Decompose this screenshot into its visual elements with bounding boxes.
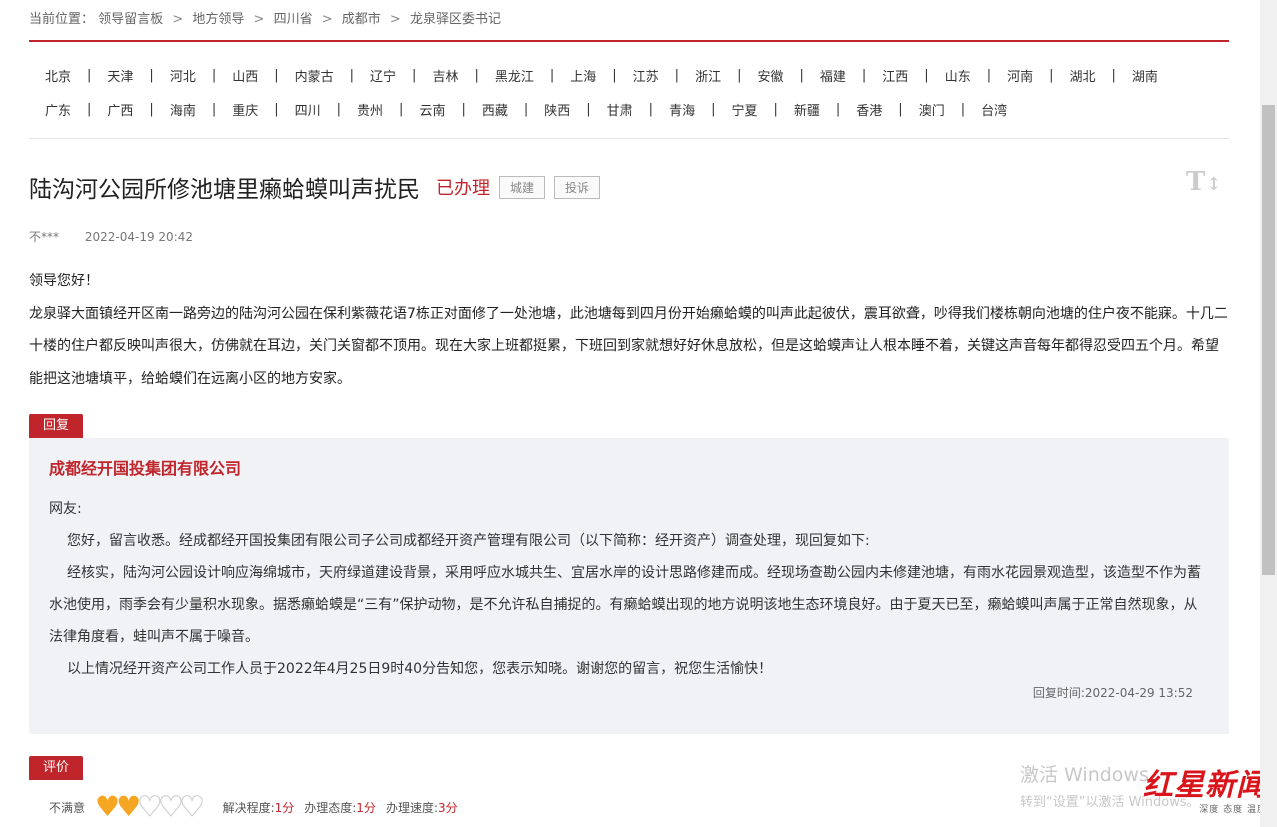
reply-time-value: 2022-04-29 13:52 — [1084, 686, 1193, 700]
logo-text: 红星新闻 — [1143, 768, 1267, 803]
region-row: 广东 | 广西 | 海南 | 重庆 | 四川 | 贵州 | 云南 | 西藏 | 陕西 | 甘肃 | 青海 | 宁夏 | 新疆 | 香… — [29, 92, 1229, 126]
region-link[interactable]: 台湾 — [965, 100, 1023, 119]
metric-value: 1分 — [274, 800, 295, 815]
post-header: 陆沟河公园所修池塘里癞蛤蟆叫声扰民 已办理 城建 投诉 — [29, 170, 601, 204]
region-link[interactable]: 山东 — [929, 66, 987, 85]
region-link[interactable]: 湖北 — [1054, 66, 1112, 85]
region-link[interactable]: 陕西 — [528, 100, 586, 119]
region-link[interactable]: 浙江 — [679, 66, 737, 85]
region-link[interactable]: 宁夏 — [715, 100, 773, 119]
reply-paragraph: 以上情况经开资产公司工作人员于2022年4月25日9时40分告知您，您表示知晓。… — [67, 661, 773, 677]
breadcrumb-link[interactable]: 地方领导 — [192, 12, 244, 27]
region-link[interactable]: 内蒙古 — [279, 66, 350, 85]
region-link[interactable]: 新疆 — [778, 100, 836, 119]
header-divider — [29, 40, 1229, 42]
reply-paragraph: 您好，留言收悉。经成都经开国投集团有限公司子公司成都经开资产管理有限公司（以下简… — [67, 533, 870, 549]
region-link[interactable]: 福建 — [804, 66, 862, 85]
reply-body: 网友: 您好，留言收悉。经成都经开国投集团有限公司子公司成都经开资产管理有限公司… — [49, 493, 1209, 685]
region-link[interactable]: 江苏 — [617, 66, 675, 85]
region-link[interactable]: 北京 — [29, 66, 87, 85]
message-body: 领导您好！ 龙泉驿大面镇经开区南一路旁边的陆沟河公园在保利紫薇花语7栋正对面修了… — [29, 265, 1229, 395]
reply-tab: 回复 — [29, 414, 84, 438]
region-link[interactable]: 江西 — [866, 66, 924, 85]
region-link[interactable]: 贵州 — [341, 100, 399, 119]
news-logo: 红星新闻 深度 态度 温度 — [1143, 760, 1267, 815]
region-row: 北京 | 天津 | 河北 | 山西 | 内蒙古 | 辽宁 | 吉林 | 黑龙江 | 上海 | 江苏 | 浙江 | 安徽 | 福建… — [29, 58, 1229, 92]
reply-time: 回复时间:2022-04-29 13:52 — [1033, 684, 1193, 701]
page-title: 陆沟河公园所修池塘里癞蛤蟆叫声扰民 — [29, 177, 420, 203]
region-link[interactable]: 澳门 — [903, 100, 961, 119]
metric-speed: 办理速度:3分 — [386, 799, 458, 816]
region-link[interactable]: 香港 — [840, 100, 898, 119]
breadcrumb: 当前位置： 领导留言板 > 地方领导 > 四川省 > 成都市 > 龙泉驿区委书记 — [29, 8, 501, 27]
region-link[interactable]: 黑龙江 — [479, 66, 550, 85]
breadcrumb-separator: > — [321, 12, 333, 27]
region-nav: 北京 | 天津 | 河北 | 山西 | 内蒙古 | 辽宁 | 吉林 | 黑龙江 | 上海 | 江苏 | 浙江 | 安徽 | 福建… — [29, 58, 1229, 126]
category-tag[interactable]: 城建 — [499, 175, 546, 199]
metric-value: 1分 — [356, 800, 376, 815]
evaluation-row: 不满意 ♥ ♥ ♥ ♥ ♥ 解决程度:1分 办理态度:1分 办理速度:3分 — [29, 790, 458, 823]
region-link[interactable]: 上海 — [554, 66, 612, 85]
region-link[interactable]: 天津 — [91, 66, 149, 85]
breadcrumb-separator: > — [253, 12, 265, 27]
reply-time-label: 回复时间: — [1032, 686, 1085, 700]
region-link[interactable]: 安徽 — [741, 66, 799, 85]
region-link[interactable]: 海南 — [154, 100, 212, 119]
type-tag[interactable]: 投诉 — [554, 175, 601, 199]
region-link[interactable]: 西藏 — [466, 100, 524, 119]
font-toggle-arrow: ↕ — [1206, 174, 1222, 195]
region-link[interactable]: 山西 — [216, 66, 274, 85]
breadcrumb-link[interactable]: 龙泉驿区委书记 — [410, 12, 501, 27]
reply-salutation: 网友: — [49, 501, 82, 517]
font-size-toggle-icon[interactable]: T↕ — [1186, 167, 1221, 197]
post-time: 2022-04-19 20:42 — [84, 230, 193, 244]
metric-value: 3分 — [437, 800, 458, 815]
status-badge: 已办理 — [436, 178, 490, 199]
message-greeting: 领导您好！ — [29, 273, 99, 289]
region-link[interactable]: 吉林 — [416, 66, 474, 85]
region-divider-line — [29, 138, 1229, 139]
reply-organization: 成都经开国投集团有限公司 — [49, 459, 242, 478]
metric-attitude: 办理态度:1分 — [304, 799, 376, 816]
region-link[interactable]: 广东 — [29, 100, 87, 119]
region-link[interactable]: 辽宁 — [354, 66, 412, 85]
region-link[interactable]: 重庆 — [216, 100, 274, 119]
breadcrumb-separator: > — [172, 12, 184, 27]
region-link[interactable]: 广西 — [91, 100, 149, 119]
region-link[interactable]: 河北 — [154, 66, 212, 85]
breadcrumb-link[interactable]: 领导留言板 — [98, 12, 163, 27]
font-toggle-glyph: T — [1186, 167, 1206, 197]
heart-rating: ♥ ♥ ♥ ♥ ♥ — [95, 790, 205, 823]
breadcrumb-link[interactable]: 成都市 — [342, 12, 381, 27]
rating-text: 不满意 — [49, 800, 86, 815]
metric-resolution: 解决程度:1分 — [223, 799, 295, 816]
region-link[interactable]: 甘肃 — [591, 100, 649, 119]
scrollbar[interactable] — [1260, 0, 1277, 827]
breadcrumb-separator: > — [389, 12, 401, 27]
breadcrumb-link[interactable]: 四川省 — [274, 12, 313, 27]
region-link[interactable]: 青海 — [653, 100, 711, 119]
reply-panel: 成都经开国投集团有限公司 网友: 您好，留言收悉。经成都经开国投集团有限公司子公… — [29, 438, 1229, 734]
metric-label: 办理态度: — [304, 800, 357, 815]
post-meta: 不*** 2022-04-19 20:42 — [29, 228, 193, 245]
metric-label: 办理速度: — [385, 800, 438, 815]
region-link[interactable]: 四川 — [279, 100, 337, 119]
message-text: 龙泉驿大面镇经开区南一路旁边的陆沟河公园在保利紫薇花语7栋正对面修了一处池塘，此… — [29, 305, 1228, 387]
author-name: 不*** — [29, 230, 60, 244]
region-link[interactable]: 湖南 — [1116, 66, 1174, 85]
heart-empty-icon: ♥ — [179, 790, 205, 823]
region-link[interactable]: 河南 — [991, 66, 1049, 85]
breadcrumb-prefix: 当前位置： — [29, 12, 95, 27]
evaluation-tab: 评价 — [29, 756, 84, 780]
scrollbar-thumb[interactable] — [1262, 105, 1275, 575]
metric-label: 解决程度: — [222, 800, 275, 815]
region-link[interactable]: 云南 — [403, 100, 461, 119]
reply-paragraph: 经核实，陆沟河公园设计响应海绵城市，天府绿道建设背景，采用呼应水城共生、宜居水岸… — [49, 565, 1201, 645]
